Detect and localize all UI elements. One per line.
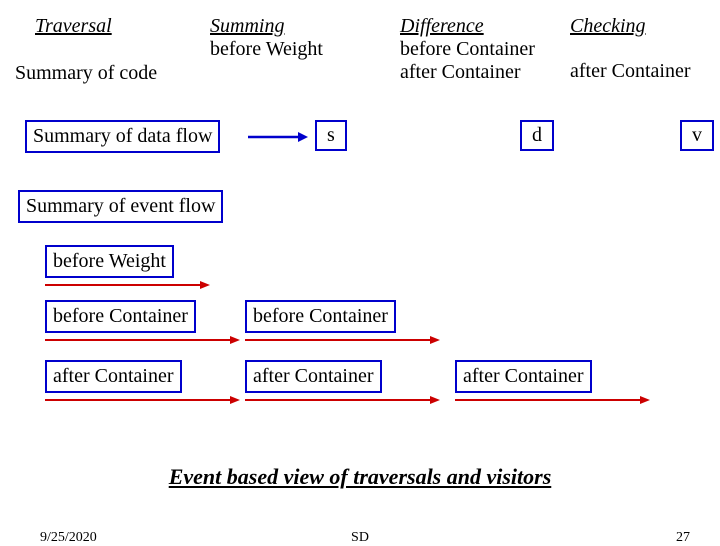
- footer-center: SD: [0, 530, 720, 546]
- header-traversal: Traversal: [35, 15, 112, 38]
- header-summing-sub: before Weight: [210, 38, 323, 61]
- header-checking: Checking: [570, 15, 691, 38]
- arrow-icon: [45, 335, 240, 345]
- summary-of-event-flow-label: Summary of event flow: [26, 195, 215, 217]
- before-weight-box: before Weight: [45, 245, 174, 278]
- after-container-3-box: after Container: [455, 360, 592, 393]
- header-difference-sub1: before Container: [400, 38, 535, 61]
- data-flow-d-box: d: [520, 120, 554, 151]
- before-container-2-box: before Container: [245, 300, 396, 333]
- arrow-icon: [45, 395, 240, 405]
- summary-of-event-flow-box: Summary of event flow: [18, 190, 223, 223]
- arrow-icon: [245, 395, 440, 405]
- data-flow-v-box: v: [680, 120, 714, 151]
- slide-caption: Event based view of traversals and visit…: [0, 464, 720, 490]
- after-container-1-box: after Container: [45, 360, 182, 393]
- data-flow-d: d: [532, 124, 542, 146]
- before-weight-text: before Weight: [53, 250, 166, 272]
- arrow-icon: [248, 130, 308, 144]
- footer-page: 27: [676, 530, 690, 546]
- after-container-1-text: after Container: [53, 365, 174, 387]
- header-difference: Difference: [400, 15, 535, 38]
- after-container-2-text: after Container: [253, 365, 374, 387]
- summary-of-data-flow-label: Summary of data flow: [33, 125, 212, 147]
- arrow-icon: [455, 395, 650, 405]
- before-container-2-text: before Container: [253, 305, 388, 327]
- before-container-1-text: before Container: [53, 305, 188, 327]
- header-difference-sub2: after Container: [400, 61, 535, 84]
- data-flow-s: s: [327, 124, 335, 146]
- data-flow-v: v: [692, 124, 702, 146]
- summary-of-code-label: Summary of code: [15, 62, 157, 85]
- data-flow-s-box: s: [315, 120, 347, 151]
- after-container-3-text: after Container: [463, 365, 584, 387]
- arrow-icon: [45, 280, 210, 290]
- summary-of-data-flow-box: Summary of data flow: [25, 120, 220, 153]
- header-summing: Summing: [210, 15, 323, 38]
- after-container-2-box: after Container: [245, 360, 382, 393]
- header-checking-sub: after Container: [570, 60, 691, 83]
- arrow-icon: [245, 335, 440, 345]
- before-container-1-box: before Container: [45, 300, 196, 333]
